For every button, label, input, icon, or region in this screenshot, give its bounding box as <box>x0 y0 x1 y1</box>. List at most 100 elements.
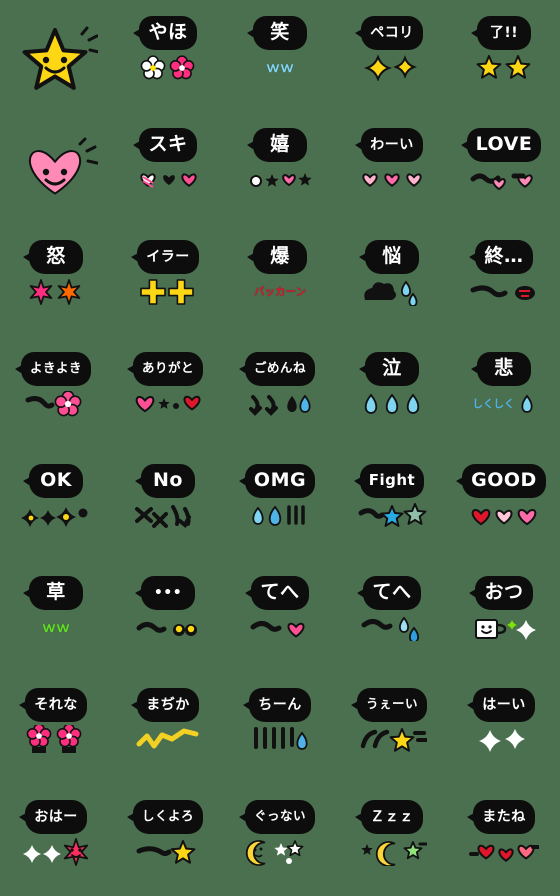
deco-shape <box>479 729 525 752</box>
speech-bubble: 終… <box>469 240 533 274</box>
speech-bubble: おはー <box>19 800 87 834</box>
sticker-cell-ureshii[interactable]: 嬉 <box>224 112 336 224</box>
sticker-decoration-two-sparkles <box>348 53 436 83</box>
bubble-text: またね <box>482 808 526 825</box>
sticker-cell-nayami[interactable]: 悩 <box>336 224 448 336</box>
bubble-text: ちーん <box>258 696 302 713</box>
deco-shape <box>252 505 305 526</box>
deco-shape <box>471 509 537 526</box>
sticker-art: ありがと <box>122 346 214 438</box>
sticker-cell-baku[interactable]: 爆バッカーン <box>224 224 336 336</box>
speech-bubble: 嬉 <box>247 128 307 162</box>
bubble-text: イラー <box>146 248 190 265</box>
speech-bubble: ペコリ <box>355 16 423 50</box>
bubble-text: OMG <box>253 469 307 491</box>
speech-bubble: ••• <box>135 576 195 610</box>
sticker-decoration-heart-dots-heart <box>124 389 212 419</box>
deco-shape <box>140 279 194 305</box>
bubble-text: Fight <box>368 471 416 489</box>
deco-shape <box>136 728 199 749</box>
deco-shape <box>135 505 191 529</box>
sticker-art: しくよろ <box>122 794 214 886</box>
speech-bubble: 悩 <box>359 240 419 274</box>
sticker-cell-zzz[interactable]: Ｚｚｚ <box>336 784 448 896</box>
sticker-cell-ok[interactable]: OK <box>0 448 112 560</box>
deco-shape <box>23 838 89 866</box>
sticker-cell-ohaa[interactable]: おはー <box>0 784 112 896</box>
sticker-cell-warai[interactable]: 笑 ｗｗ <box>224 0 336 112</box>
sticker-cell-tehe-heart[interactable]: てへ <box>224 560 336 672</box>
speech-bubble: 怒 <box>23 240 83 274</box>
deco-shape <box>363 55 418 81</box>
sticker-art: GOOD <box>456 458 550 550</box>
sticker-decoration-brow-heart <box>236 613 324 643</box>
deco-shape <box>250 621 305 638</box>
sticker-art: No <box>122 458 214 550</box>
bubble-text: やほ <box>148 21 188 43</box>
speech-bubble: はーい <box>467 688 535 722</box>
sticker-cell-ryoukai[interactable]: 了!! <box>448 0 560 112</box>
speech-bubble: Ｚｚｚ <box>355 800 423 834</box>
sticker-cell-weei[interactable]: うぇーい <box>336 672 448 784</box>
speech-bubble: それな <box>19 688 87 722</box>
sticker-cell-naki[interactable]: 泣 <box>336 336 448 448</box>
sticker-cell-arigato[interactable]: ありがと <box>112 336 224 448</box>
deco-shape <box>140 173 197 188</box>
speech-bubble: てへ <box>245 576 309 610</box>
sticker-cell-yaho[interactable]: やほ <box>112 0 224 112</box>
deco-shape <box>29 279 81 305</box>
sticker-cell-owari[interactable]: 終… <box>448 224 560 336</box>
sticker-cell-matane[interactable]: またね <box>448 784 560 896</box>
sticker-cell-smiling-star[interactable] <box>0 0 112 112</box>
smiling-star-icon <box>18 20 101 96</box>
sticker-cell-good[interactable]: GOOD <box>448 448 560 560</box>
bubble-text: No <box>153 469 183 491</box>
sticker-cell-smiling-heart[interactable] <box>0 112 112 224</box>
sticker-cell-dots[interactable]: ••• <box>112 560 224 672</box>
sticker-cell-love[interactable]: LOVE <box>448 112 560 224</box>
sticker-cell-haai[interactable]: はーい <box>448 672 560 784</box>
sticker-cell-yoshiyoshi[interactable]: よきよき <box>0 336 112 448</box>
sticker-art <box>10 122 102 214</box>
deco-label: ｗｗ <box>42 620 70 636</box>
speech-bubble: 笑 <box>247 16 307 50</box>
speech-bubble: またね <box>467 800 535 834</box>
sticker-cell-omg[interactable]: OMG <box>224 448 336 560</box>
sticker-cell-ikari[interactable]: 怒 <box>0 224 112 336</box>
bubble-text: 嬉 <box>270 133 290 155</box>
speech-bubble: LOVE <box>460 128 542 162</box>
sticker-cell-pekori[interactable]: ペコリ <box>336 0 448 112</box>
sticker-cell-gomenne[interactable]: ごめんね <box>224 336 336 448</box>
sticker-art: てへ <box>346 570 438 662</box>
sticker-cell-fight[interactable]: Fight <box>336 448 448 560</box>
sticker-decoration-cloud-drops <box>348 277 436 307</box>
sticker-cell-gunnai[interactable]: ぐっない <box>224 784 336 896</box>
sticker-art: 草 ｗｗ <box>10 570 102 662</box>
sticker-cell-iraa[interactable]: イラー <box>112 224 224 336</box>
sticker-art: それな <box>10 682 102 774</box>
sticker-cell-sorena[interactable]: それな <box>0 672 112 784</box>
sticker-cell-waai[interactable]: わーい <box>336 112 448 224</box>
sticker-art: おはー <box>10 794 102 886</box>
deco-shape <box>364 393 420 414</box>
sticker-decoration-zigzag-yellow <box>124 725 212 755</box>
speech-bubble: わーい <box>355 128 423 162</box>
bubble-text: 泣 <box>382 357 402 379</box>
sticker-cell-kusa[interactable]: 草 ｗｗ <box>0 560 112 672</box>
sticker-cell-no[interactable]: No <box>112 448 224 560</box>
speech-bubble: よきよき <box>14 352 91 386</box>
sticker-art: イラー <box>122 234 214 326</box>
bubble-text: おはー <box>34 808 78 825</box>
sticker-cell-kanashii[interactable]: 悲しくしく <box>448 336 560 448</box>
sticker-cell-otsu[interactable]: おつ <box>448 560 560 672</box>
sticker-cell-shikuyoro[interactable]: しくよろ <box>112 784 224 896</box>
sticker-cell-tehe-sweat[interactable]: てへ <box>336 560 448 672</box>
speech-bubble: おつ <box>469 576 533 610</box>
sticker-cell-majika[interactable]: まぢか <box>112 672 224 784</box>
speech-bubble: Fight <box>353 464 425 498</box>
deco-shape <box>360 728 427 752</box>
sticker-decoration-two-crosses <box>124 277 212 307</box>
sticker-decoration-vine-flower <box>12 389 100 419</box>
sticker-cell-suki[interactable]: スキ <box>112 112 224 224</box>
sticker-cell-chiin[interactable]: ちーん <box>224 672 336 784</box>
